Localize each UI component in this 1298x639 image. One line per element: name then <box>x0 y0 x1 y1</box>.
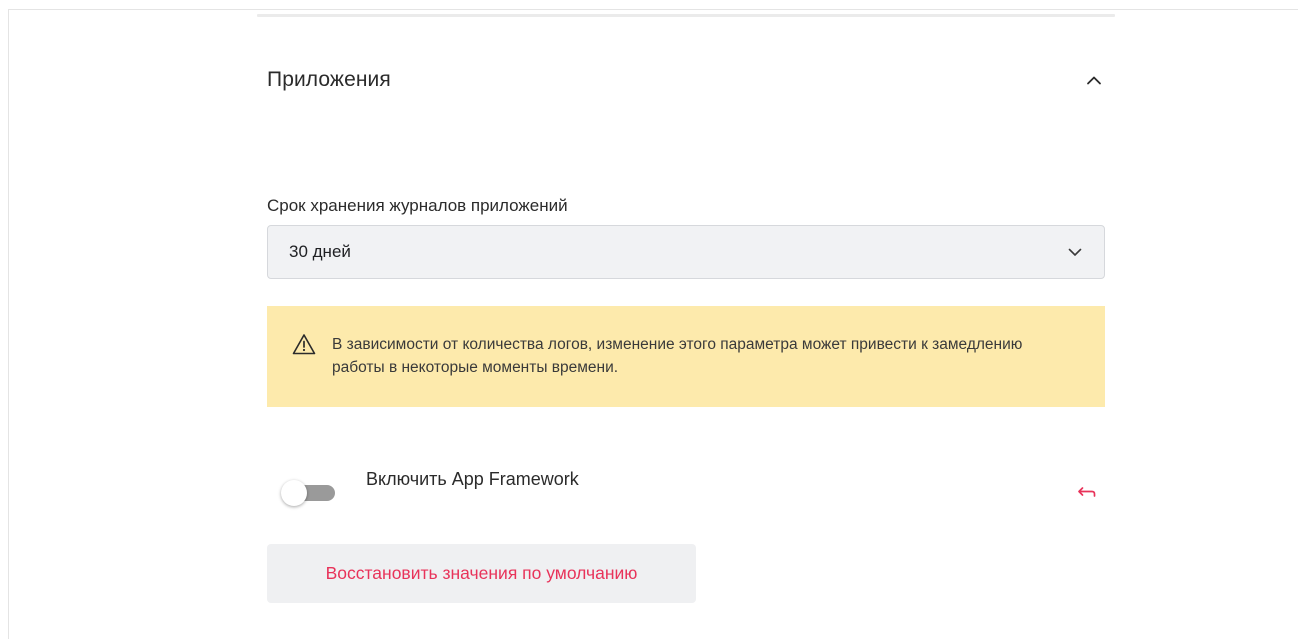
chevron-up-icon[interactable] <box>1080 66 1108 94</box>
app-framework-label: Включить App Framework <box>366 469 579 489</box>
warning-banner: В зависимости от количества логов, измен… <box>267 306 1105 407</box>
restore-defaults-label: Восстановить значения по умолчанию <box>325 563 638 583</box>
section-header-applications[interactable]: Приложения <box>267 60 1105 100</box>
log-retention-select[interactable]: 30 дней <box>267 225 1105 279</box>
undo-arrow-icon[interactable] <box>1077 484 1097 500</box>
app-framework-toggle[interactable] <box>281 480 335 506</box>
log-retention-label: Срок хранения журналов приложений <box>267 196 568 215</box>
log-retention-selected-value: 30 дней <box>289 242 351 261</box>
section-divider <box>257 14 1115 17</box>
page-border-left <box>8 9 9 639</box>
warning-triangle-icon <box>292 333 316 355</box>
chevron-down-icon <box>1066 243 1084 261</box>
section-title: Приложения <box>267 68 391 91</box>
restore-defaults-button[interactable]: Восстановить значения по умолчанию <box>267 544 696 603</box>
toggle-knob <box>281 480 307 506</box>
warning-text: В зависимости от количества логов, измен… <box>332 336 1023 376</box>
settings-page: Приложения Срок хранения журналов прилож… <box>0 0 1298 639</box>
page-border-top <box>8 9 1298 10</box>
